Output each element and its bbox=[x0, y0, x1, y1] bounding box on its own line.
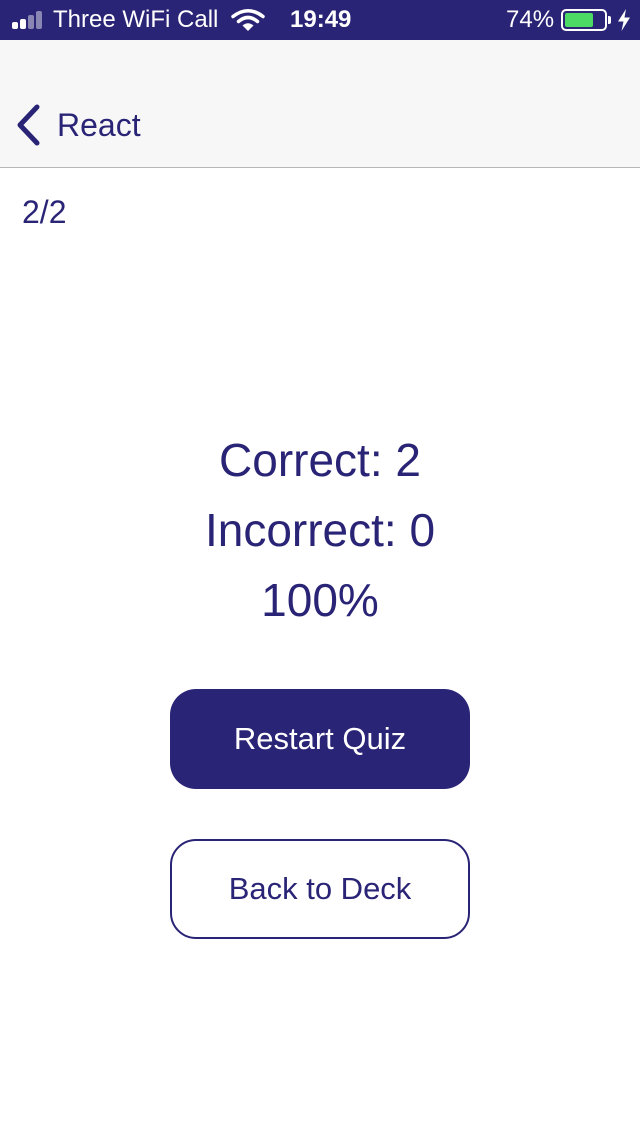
wifi-icon bbox=[231, 9, 265, 31]
signal-bar bbox=[12, 22, 18, 29]
battery-cap bbox=[608, 16, 611, 24]
signal-bar bbox=[28, 15, 34, 29]
restart-quiz-button[interactable]: Restart Quiz bbox=[170, 689, 470, 789]
back-button-label: React bbox=[57, 106, 141, 143]
battery-percentage: 74% bbox=[506, 6, 555, 33]
quiz-results: Correct: 2 Incorrect: 0 100% bbox=[0, 425, 640, 635]
signal-icon bbox=[12, 11, 46, 29]
charging-bolt-icon bbox=[618, 9, 630, 31]
back-button[interactable]: React bbox=[16, 102, 141, 148]
signal-bar bbox=[20, 19, 26, 29]
score-percentage: 100% bbox=[261, 574, 379, 626]
battery-level-fill bbox=[565, 13, 594, 27]
signal-bar bbox=[36, 11, 42, 29]
clock-time: 19:49 bbox=[290, 6, 352, 33]
chevron-left-icon bbox=[17, 104, 40, 146]
status-bar: Three WiFi Call 19:49 74% bbox=[0, 0, 640, 40]
navigation-bar: React bbox=[0, 40, 640, 168]
correct-count: Correct: 2 bbox=[219, 434, 421, 486]
battery-icon bbox=[561, 9, 607, 31]
incorrect-count: Incorrect: 0 bbox=[204, 504, 436, 556]
back-to-deck-button[interactable]: Back to Deck bbox=[170, 839, 470, 939]
carrier-name: Three WiFi Call bbox=[53, 6, 219, 33]
quiz-progress: 2/2 bbox=[22, 194, 67, 230]
